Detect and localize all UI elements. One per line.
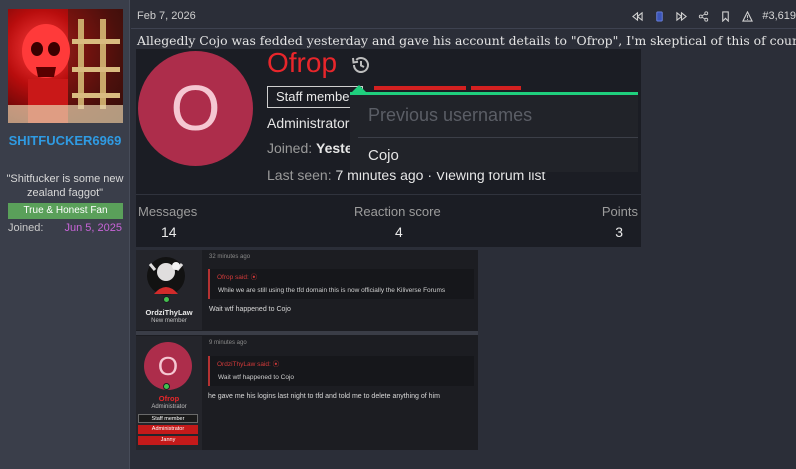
- previous-usernames-tooltip: Previous usernames Cojo: [350, 92, 638, 172]
- tooltip-divider: [358, 137, 638, 138]
- post-date[interactable]: Feb 7, 2026: [137, 10, 196, 22]
- thread-post1-username: OrdziThyLaw: [145, 308, 193, 317]
- rewind-icon[interactable]: [626, 8, 648, 24]
- report-warning-icon[interactable]: [736, 8, 758, 24]
- bookmark-icon[interactable]: [714, 8, 736, 24]
- thread-post2-message: he gave me his logins last night to tfd …: [208, 393, 440, 400]
- thread-post2-online-icon: [163, 383, 170, 390]
- thread-post1-sidebar: OrdziThyLaw New member: [136, 250, 202, 330]
- stat-reaction-label: Reaction score: [354, 204, 441, 219]
- thread-post1-avatar: [147, 257, 185, 295]
- post-toolbar: #3,619: [626, 8, 796, 24]
- thread-post2-quote: OrdziThyLaw said: ⦿ Wait wtf happened to…: [208, 356, 474, 386]
- thread-post1-online-icon: [163, 296, 170, 303]
- bookmark-tag-icon[interactable]: [648, 8, 670, 24]
- profile-red-badge-2: [471, 86, 521, 90]
- skull-throne-image: [8, 9, 123, 123]
- profile-joined-label: Joined:: [267, 140, 313, 156]
- thread-post2-time: 9 minutes ago: [209, 340, 247, 346]
- thread-post2-body: 9 minutes ago OrdziThyLaw said: ⦿ Wait w…: [204, 336, 478, 450]
- stat-points-label: Points: [601, 204, 638, 219]
- profile-avatar: O: [138, 51, 253, 166]
- stat-points-value: 3: [615, 224, 623, 240]
- thread-post1-quote: Ofrop said: ⦿ While we are still using t…: [208, 269, 474, 299]
- thread-post-separator: [136, 331, 478, 335]
- thread-post1-time: 32 minutes ago: [209, 254, 251, 260]
- tooltip-heading: Previous usernames: [368, 105, 533, 125]
- thread-post1-quote-author: Ofrop said: ⦿: [217, 274, 258, 281]
- stat-reaction-value: 4: [395, 224, 403, 240]
- profile-stats-divider: [136, 194, 641, 195]
- thread-post1-message: Wait wtf happened to Cojo: [209, 306, 291, 313]
- post-frame: SHITFUCKER6969 "Shitfucker is some new z…: [0, 0, 796, 469]
- profile-staff-badge: Staff member: [267, 86, 363, 108]
- post-number[interactable]: #3,619: [758, 10, 796, 22]
- share-icon[interactable]: [692, 8, 714, 24]
- thread-post2-badge-janny: Janny: [138, 436, 198, 445]
- author-joined-value: Jun 5, 2025: [64, 222, 123, 234]
- thread-post2-badge-admin: Administrator: [138, 425, 198, 434]
- author-sidebar: SHITFUCKER6969 "Shitfucker is some new z…: [0, 0, 130, 469]
- thread-post1-user-title: New member: [151, 318, 187, 324]
- header-divider: [131, 28, 796, 29]
- tooltip-username-item: Cojo: [368, 147, 399, 164]
- author-joined-label: Joined:: [8, 222, 44, 234]
- thread-post2-badge-staff: Staff member: [138, 414, 198, 423]
- stat-messages-label: Messages: [138, 204, 198, 219]
- post-message-text: Allegedly Cojo was fedded yesterday and …: [137, 33, 796, 48]
- stat-messages-value: 14: [161, 224, 177, 240]
- thread-post2-quote-author: OrdziThyLaw said: ⦿: [217, 361, 280, 368]
- author-username[interactable]: SHITFUCKER6969: [0, 131, 130, 150]
- profile-role: Administrator: [267, 115, 350, 131]
- thread-post1-body: 32 minutes ago Ofrop said: ⦿ While we ar…: [204, 250, 478, 330]
- thread-post2-sidebar: O Ofrop Administrator Staff member Admin…: [136, 336, 202, 450]
- thread-screenshot-image: OrdziThyLaw New member 32 minutes ago Of…: [136, 250, 478, 450]
- thread-post1-quote-text: While we are still using the tfd domain …: [218, 287, 446, 294]
- thread-post2-quote-text: Wait wtf happened to Cojo: [218, 374, 294, 381]
- author-user-title: "Shitfucker is some new zealand faggot": [6, 173, 124, 199]
- profile-last-seen-label: Last seen:: [267, 167, 332, 183]
- history-icon: [352, 57, 369, 73]
- profile-name: Ofrop: [267, 49, 338, 78]
- author-avatar[interactable]: [8, 9, 123, 123]
- author-banner: True & Honest Fan: [8, 203, 123, 219]
- profile-red-badge: [374, 86, 466, 90]
- thread-post2-username: Ofrop: [158, 394, 180, 403]
- thread-post2-user-title: Administrator: [151, 404, 187, 410]
- fast-forward-icon[interactable]: [670, 8, 692, 24]
